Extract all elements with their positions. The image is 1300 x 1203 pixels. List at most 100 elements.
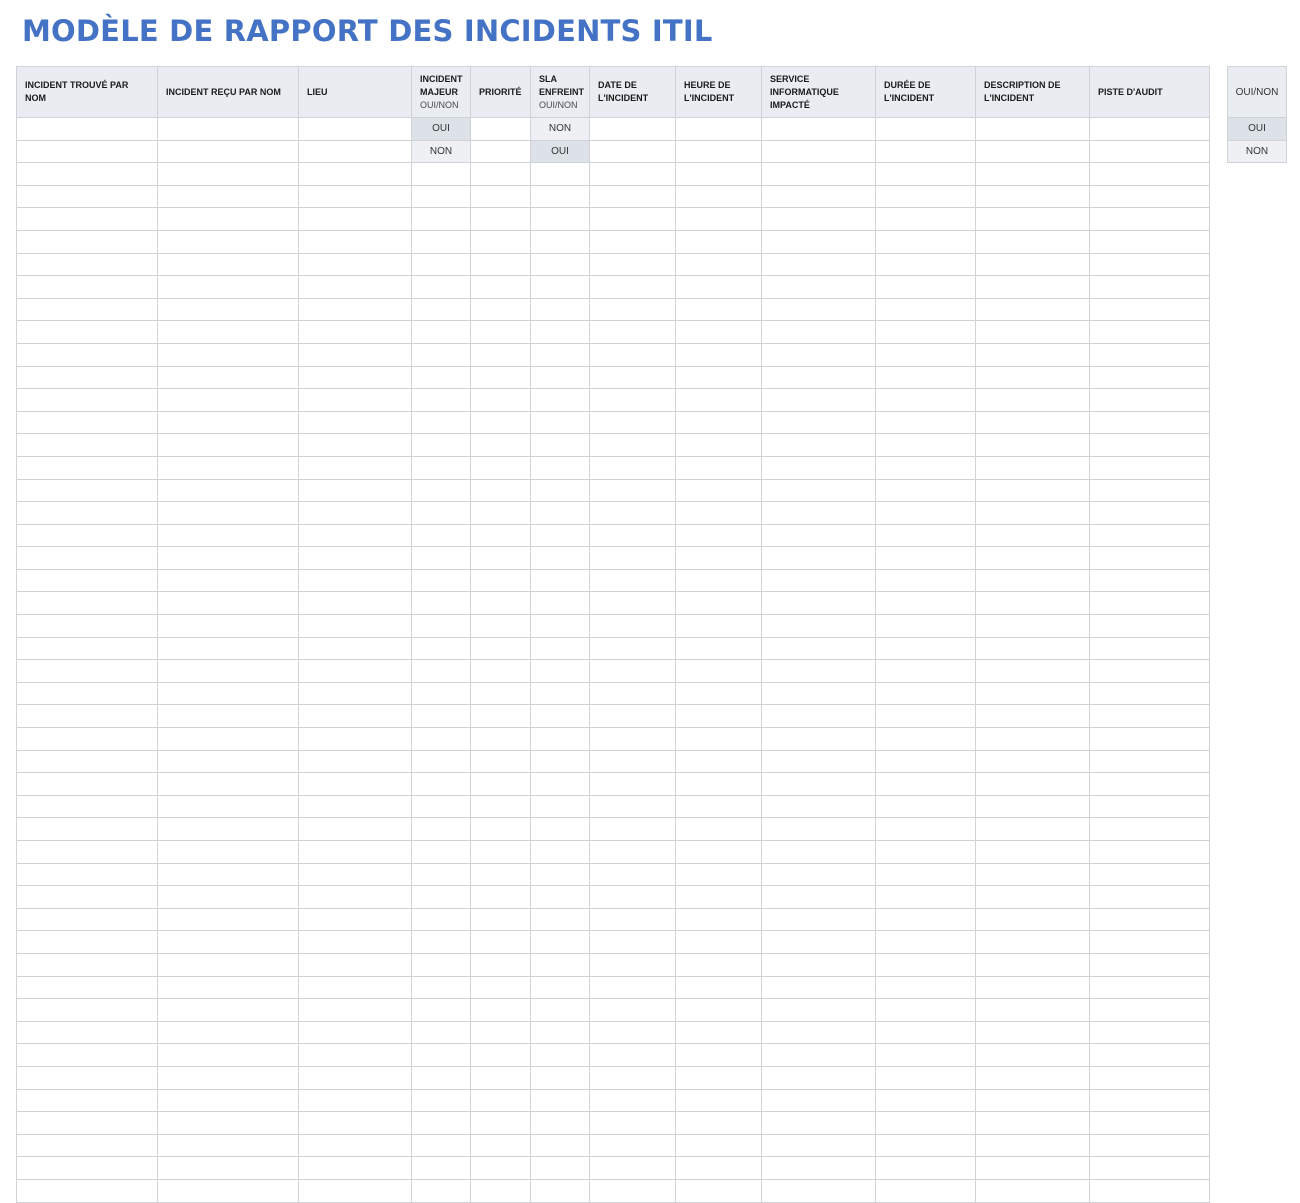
cell-date[interactable] bbox=[589, 1065, 676, 1090]
cell-service[interactable] bbox=[761, 975, 876, 1000]
cell-received-by[interactable] bbox=[157, 546, 299, 570]
cell-date[interactable] bbox=[589, 455, 676, 480]
cell-audit[interactable] bbox=[1089, 546, 1210, 570]
cell-sla[interactable] bbox=[530, 501, 590, 525]
cell-duration[interactable] bbox=[875, 614, 976, 638]
cell-time[interactable] bbox=[675, 952, 762, 977]
cell-location[interactable] bbox=[298, 478, 412, 503]
cell-sla-breached[interactable]: OUI bbox=[530, 139, 590, 164]
cell-priority[interactable] bbox=[470, 1111, 531, 1135]
cell-major[interactable] bbox=[411, 162, 471, 186]
cell-sla[interactable] bbox=[530, 704, 590, 729]
cell-major[interactable] bbox=[411, 681, 471, 706]
cell-audit[interactable] bbox=[1089, 410, 1210, 435]
cell-audit[interactable] bbox=[1089, 342, 1210, 367]
cell-service[interactable] bbox=[761, 817, 876, 841]
cell-priority[interactable] bbox=[470, 1020, 531, 1045]
cell-location[interactable] bbox=[298, 1111, 412, 1135]
cell-sla[interactable] bbox=[530, 1020, 590, 1045]
cell-time[interactable] bbox=[675, 388, 762, 412]
cell-audit[interactable] bbox=[1089, 681, 1210, 706]
cell-major[interactable] bbox=[411, 1088, 471, 1113]
cell-major[interactable] bbox=[411, 275, 471, 299]
cell-sla[interactable] bbox=[530, 388, 590, 412]
cell-sla[interactable] bbox=[530, 342, 590, 367]
cell-sla[interactable] bbox=[530, 365, 590, 390]
cell-location[interactable] bbox=[298, 410, 412, 435]
cell-description[interactable] bbox=[975, 907, 1090, 932]
cell-audit[interactable] bbox=[1089, 478, 1210, 503]
cell-received-by[interactable] bbox=[157, 1088, 299, 1113]
cell-duration[interactable] bbox=[875, 727, 976, 751]
cell-description[interactable] bbox=[975, 1133, 1090, 1158]
cell-audit[interactable] bbox=[1089, 501, 1210, 525]
cell-location[interactable] bbox=[298, 297, 412, 322]
cell-audit[interactable] bbox=[1089, 1133, 1210, 1158]
cell-audit[interactable] bbox=[1089, 975, 1210, 1000]
cell-description[interactable] bbox=[975, 184, 1090, 209]
cell-priority[interactable] bbox=[470, 681, 531, 706]
cell-service[interactable] bbox=[761, 410, 876, 435]
cell-description[interactable] bbox=[975, 749, 1090, 774]
cell-time[interactable] bbox=[675, 1111, 762, 1135]
cell-audit[interactable] bbox=[1089, 207, 1210, 231]
cell-date[interactable] bbox=[589, 952, 676, 977]
cell-found-by[interactable] bbox=[16, 455, 158, 480]
cell-date[interactable] bbox=[589, 727, 676, 751]
cell-found-by[interactable] bbox=[16, 478, 158, 503]
cell-incident-date[interactable] bbox=[589, 117, 676, 141]
cell-service[interactable] bbox=[761, 365, 876, 390]
cell-sla[interactable] bbox=[530, 478, 590, 503]
cell-priority[interactable] bbox=[470, 885, 531, 909]
cell-duration[interactable] bbox=[875, 794, 976, 819]
cell-duration[interactable] bbox=[875, 568, 976, 593]
cell-location[interactable] bbox=[298, 659, 412, 683]
cell-found-by[interactable] bbox=[16, 885, 158, 909]
cell-audit[interactable] bbox=[1089, 365, 1210, 390]
cell-location[interactable] bbox=[298, 907, 412, 932]
cell-service[interactable] bbox=[761, 297, 876, 322]
cell-service[interactable] bbox=[761, 591, 876, 616]
cell-service[interactable] bbox=[761, 930, 876, 954]
cell-received-by[interactable] bbox=[157, 501, 299, 525]
cell-received-by[interactable] bbox=[157, 207, 299, 231]
cell-received-by[interactable] bbox=[157, 1178, 299, 1203]
cell-priority[interactable] bbox=[470, 297, 531, 322]
cell-major[interactable] bbox=[411, 388, 471, 412]
cell-time[interactable] bbox=[675, 455, 762, 480]
cell-received-by[interactable] bbox=[157, 229, 299, 254]
cell-duration[interactable] bbox=[875, 162, 976, 186]
cell-priority[interactable] bbox=[470, 229, 531, 254]
cell-found-by[interactable] bbox=[16, 1065, 158, 1090]
cell-sla[interactable] bbox=[530, 297, 590, 322]
cell-duration[interactable] bbox=[875, 365, 976, 390]
cell-major[interactable] bbox=[411, 591, 471, 616]
cell-service[interactable] bbox=[761, 478, 876, 503]
cell-priority[interactable] bbox=[470, 207, 531, 231]
cell-priority[interactable] bbox=[470, 546, 531, 570]
cell-description[interactable] bbox=[975, 410, 1090, 435]
cell-time[interactable] bbox=[675, 636, 762, 661]
cell-major[interactable] bbox=[411, 794, 471, 819]
cell-description[interactable] bbox=[975, 207, 1090, 231]
cell-received-by[interactable] bbox=[157, 568, 299, 593]
cell-found-by[interactable] bbox=[16, 546, 158, 570]
cell-description[interactable] bbox=[975, 478, 1090, 503]
cell-time[interactable] bbox=[675, 297, 762, 322]
cell-duration[interactable] bbox=[875, 523, 976, 548]
cell-service[interactable] bbox=[761, 162, 876, 186]
cell-found-by[interactable] bbox=[16, 998, 158, 1022]
cell-priority[interactable] bbox=[470, 998, 531, 1022]
cell-received-by[interactable] bbox=[157, 410, 299, 435]
cell-date[interactable] bbox=[589, 229, 676, 254]
cell-major[interactable] bbox=[411, 1111, 471, 1135]
cell-major[interactable] bbox=[411, 930, 471, 954]
cell-time[interactable] bbox=[675, 704, 762, 729]
cell-sla[interactable] bbox=[530, 952, 590, 977]
cell-service[interactable] bbox=[761, 184, 876, 209]
cell-date[interactable] bbox=[589, 975, 676, 1000]
cell-description[interactable] bbox=[975, 1065, 1090, 1090]
cell-received-by[interactable] bbox=[157, 975, 299, 1000]
cell-date[interactable] bbox=[589, 207, 676, 231]
cell-audit[interactable] bbox=[1089, 998, 1210, 1022]
